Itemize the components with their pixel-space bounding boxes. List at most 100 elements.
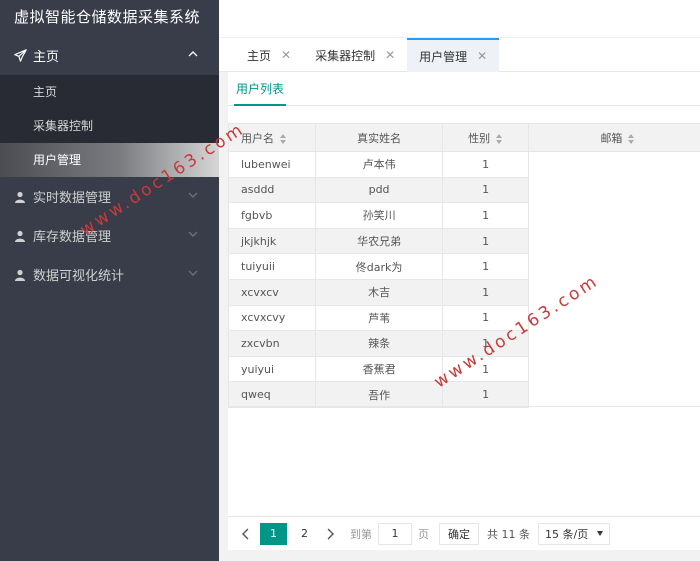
cell-gender: 1 bbox=[442, 253, 529, 280]
top-header bbox=[219, 0, 700, 38]
app-title: 虚拟智能仓储数据采集系统 bbox=[0, 0, 219, 36]
tab-home-label: 主页 bbox=[247, 48, 272, 63]
cell-email bbox=[527, 177, 700, 203]
cell-gender: 1 bbox=[442, 227, 529, 255]
cell-username: xcvxcvy bbox=[228, 304, 316, 332]
cell-realname: pdd bbox=[314, 176, 444, 204]
table-row[interactable]: yuiyui 香蕉君 1 bbox=[228, 355, 700, 383]
column-header-gender[interactable]: 性别 bbox=[442, 123, 529, 152]
cell-realname: 香蕉君 bbox=[314, 355, 444, 383]
caret-down-icon bbox=[597, 531, 603, 536]
cell-realname: 孙笑川 bbox=[314, 202, 444, 229]
cell-gender: 1 bbox=[442, 202, 529, 229]
table-header-row: 用户名 真实姓名 性别 邮箱 bbox=[228, 123, 700, 152]
table-row[interactable]: xcvxcvy 芦苇 1 bbox=[228, 304, 700, 332]
page-number-1[interactable]: 1 bbox=[260, 522, 287, 545]
cell-username: asddd bbox=[228, 176, 316, 204]
tab-collector-label: 采集器控制 bbox=[315, 48, 376, 63]
tab-user-management[interactable]: 用户管理 ✕ bbox=[407, 38, 500, 72]
nav-head-visualization[interactable]: 数据可视化统计 bbox=[0, 255, 219, 294]
nav-head-realtime-label: 实时数据管理 bbox=[33, 191, 112, 206]
cell-gender: 1 bbox=[442, 176, 529, 204]
nav-group-home: 主页 主页 采集器控制 用户管理 bbox=[0, 36, 219, 177]
table-row[interactable]: xcvxcv 木吉 1 bbox=[228, 278, 700, 306]
table-row[interactable]: jkjkhjk 华农兄弟 1 bbox=[228, 227, 700, 255]
cell-gender: 1 bbox=[442, 304, 529, 332]
column-header-username[interactable]: 用户名 bbox=[228, 123, 316, 152]
cell-username: yuiyui bbox=[228, 355, 316, 383]
table-bottom-line bbox=[228, 406, 700, 407]
sort-icon[interactable] bbox=[280, 133, 287, 144]
cell-realname: 辣条 bbox=[314, 330, 444, 357]
chevron-down-icon bbox=[187, 267, 201, 281]
cell-realname: 佟dark为 bbox=[314, 253, 444, 280]
sort-icon[interactable] bbox=[628, 133, 635, 144]
sort-icon[interactable] bbox=[496, 133, 503, 144]
confirm-button[interactable]: 确定 bbox=[439, 522, 479, 545]
next-page-icon[interactable] bbox=[322, 524, 338, 544]
chevron-down-icon bbox=[187, 189, 201, 203]
cell-username: zxcvbn bbox=[228, 330, 316, 357]
sidebar-item-collector[interactable]: 采集器控制 bbox=[0, 109, 219, 143]
sidebar: 虚拟智能仓储数据采集系统 主页 主页 采集器控制 用户管理 实时数据管理 库存数… bbox=[0, 0, 219, 561]
cell-email bbox=[527, 279, 700, 306]
chevron-down-icon bbox=[187, 228, 201, 242]
nav-head-inventory[interactable]: 库存数据管理 bbox=[0, 216, 219, 255]
cell-email bbox=[527, 151, 700, 178]
user-table: 用户名 真实姓名 性别 邮箱 lubenwei 卢本伟 1 asddd pdd 1 fgbv… bbox=[228, 123, 700, 408]
table-row[interactable]: zxcvbn 辣条 1 bbox=[228, 330, 700, 357]
cell-email bbox=[527, 202, 700, 229]
page-size-select[interactable]: 15 条/页 bbox=[538, 522, 610, 545]
chevron-up-icon bbox=[187, 48, 201, 62]
subtab-user-list[interactable]: 用户列表 bbox=[234, 72, 287, 106]
page-tabs: 主页 ✕ 采集器控制 ✕ 用户管理 ✕ bbox=[219, 38, 700, 72]
nav-head-inventory-label: 库存数据管理 bbox=[33, 230, 112, 245]
cell-username: qweq bbox=[228, 381, 316, 408]
cell-email bbox=[527, 356, 700, 382]
tab-collector[interactable]: 采集器控制 ✕ bbox=[303, 38, 407, 72]
column-header-realname: 真实姓名 bbox=[314, 123, 444, 152]
cell-username: xcvxcv bbox=[228, 278, 316, 306]
table-row[interactable]: qweq 吾作 1 bbox=[228, 381, 700, 408]
cell-email bbox=[527, 228, 700, 254]
goto-page-input[interactable] bbox=[378, 522, 412, 545]
page-suffix: 页 bbox=[418, 527, 429, 541]
user-icon bbox=[13, 229, 27, 243]
cell-realname: 芦苇 bbox=[314, 304, 444, 332]
content-panel: 用户列表 用户名 真实姓名 性别 邮箱 lubenwei 卢本伟 1 asddd pdd… bbox=[228, 72, 700, 550]
sidebar-item-user-management[interactable]: 用户管理 bbox=[0, 143, 219, 177]
close-icon[interactable]: ✕ bbox=[385, 48, 395, 62]
cell-realname: 吾作 bbox=[314, 381, 444, 408]
table-row[interactable]: lubenwei 卢本伟 1 bbox=[228, 151, 700, 178]
page-size-value: 15 条/页 bbox=[545, 527, 589, 541]
paper-plane-icon bbox=[13, 49, 27, 63]
cell-username: lubenwei bbox=[228, 151, 316, 178]
column-header-email[interactable]: 邮箱 bbox=[527, 123, 700, 152]
close-icon[interactable]: ✕ bbox=[477, 49, 487, 63]
user-icon bbox=[13, 268, 27, 282]
total-count: 共 11 条 bbox=[487, 527, 530, 541]
close-icon[interactable]: ✕ bbox=[281, 48, 291, 62]
nav-head-home[interactable]: 主页 bbox=[0, 36, 219, 75]
nav-head-realtime[interactable]: 实时数据管理 bbox=[0, 177, 219, 216]
nav-group-visualization: 数据可视化统计 bbox=[0, 255, 219, 294]
nav-group-realtime: 实时数据管理 bbox=[0, 177, 219, 216]
nav-head-visualization-label: 数据可视化统计 bbox=[33, 269, 125, 284]
cell-realname: 卢本伟 bbox=[314, 151, 444, 178]
goto-label: 到第 bbox=[350, 527, 372, 541]
table-row[interactable]: asddd pdd 1 bbox=[228, 176, 700, 204]
cell-username: jkjkhjk bbox=[228, 227, 316, 255]
pagination: 1 2 到第 页 确定 共 11 条 15 条/页 bbox=[228, 516, 700, 550]
page-number-2[interactable]: 2 bbox=[291, 523, 318, 545]
prev-page-icon[interactable] bbox=[238, 524, 254, 544]
table-row[interactable]: tuiyuii 佟dark为 1 bbox=[228, 253, 700, 280]
cell-gender: 1 bbox=[442, 278, 529, 306]
cell-email bbox=[527, 330, 700, 357]
cell-gender: 1 bbox=[442, 330, 529, 357]
user-icon bbox=[13, 190, 27, 204]
sidebar-item-home[interactable]: 主页 bbox=[0, 75, 219, 109]
table-row[interactable]: fgbvb 孙笑川 1 bbox=[228, 202, 700, 229]
cell-email bbox=[527, 305, 700, 331]
cell-realname: 木吉 bbox=[314, 278, 444, 306]
tab-home[interactable]: 主页 ✕ bbox=[235, 38, 303, 72]
